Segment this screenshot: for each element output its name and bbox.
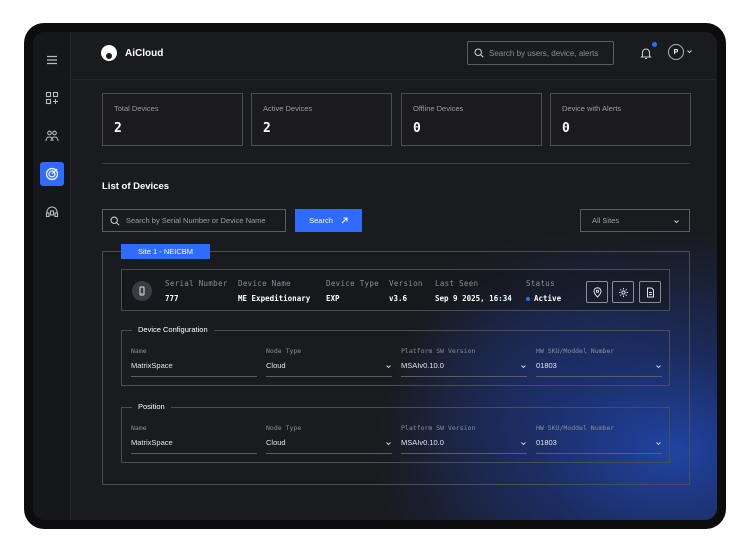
status-badge: Active [534, 294, 562, 303]
device-search[interactable] [102, 209, 286, 232]
dashboard-icon[interactable] [40, 86, 64, 110]
app-screen: AiCloud P Total Devices 2 Active Devices… [33, 32, 717, 520]
stat-value: 2 [114, 121, 122, 136]
global-search-input[interactable] [489, 48, 609, 58]
settings-button[interactable] [612, 281, 634, 303]
chevron-down-icon [521, 365, 526, 369]
stat-value: 0 [413, 121, 421, 136]
serial-number-cell: Serial Number 777 [165, 279, 228, 303]
devices-icon[interactable] [40, 162, 64, 186]
avatar[interactable]: P [668, 44, 684, 60]
search-icon [110, 215, 120, 226]
device-configuration-section: Device Configuration Name MatrixSpace No… [121, 325, 670, 386]
map-pin-icon [592, 286, 602, 298]
chevron-down-icon [656, 365, 661, 369]
position-name-field[interactable]: Name MatrixSpace [131, 424, 257, 454]
device-icon [132, 281, 152, 301]
stat-label: Device with Alerts [562, 104, 622, 113]
arrow-up-right-icon [341, 217, 348, 224]
search-icon [474, 48, 484, 58]
support-icon[interactable] [40, 200, 64, 224]
chevron-down-icon [521, 442, 526, 446]
device-search-input[interactable] [125, 216, 285, 225]
stat-value: 0 [562, 121, 570, 136]
device-row[interactable]: Serial Number 777 Device Name ME Expedit… [121, 269, 670, 311]
config-hw-sku-select[interactable]: HW SKU/Moddel Number 01803 [536, 347, 662, 377]
device-type-cell: Device Type EXP [326, 279, 379, 303]
version-cell: Version v3.6 [389, 279, 423, 303]
stat-card-active: Active Devices 2 [251, 93, 392, 146]
config-node-type-select[interactable]: Node Type Cloud [266, 347, 392, 377]
details-button[interactable] [639, 281, 661, 303]
page-title: List of Devices [102, 181, 170, 192]
position-node-type-select[interactable]: Node Type Cloud [266, 424, 392, 454]
gear-icon [618, 287, 628, 297]
global-search[interactable] [467, 41, 614, 65]
chevron-down-icon [386, 442, 391, 446]
stat-label: Total Devices [114, 104, 159, 113]
site-filter-value: All Sites [592, 216, 620, 225]
stat-value: 2 [263, 121, 271, 136]
site-filter-select[interactable]: All Sites [580, 209, 690, 232]
top-bar: AiCloud P [71, 32, 717, 80]
device-frame: AiCloud P Total Devices 2 Active Devices… [24, 23, 726, 529]
stat-label: Offline Devices [413, 104, 464, 113]
stat-card-total: Total Devices 2 [102, 93, 243, 146]
notification-badge [652, 42, 657, 47]
position-platform-sw-select[interactable]: Platform SW Version MSAIv0.10.0 [401, 424, 527, 454]
config-platform-sw-select[interactable]: Platform SW Version MSAIv0.10.0 [401, 347, 527, 377]
search-button[interactable]: Search [295, 209, 362, 232]
search-button-label: Search [309, 216, 333, 225]
section-divider [102, 163, 690, 164]
stat-card-alerts: Device with Alerts 0 [550, 93, 691, 146]
stat-label: Active Devices [263, 104, 313, 113]
location-button[interactable] [586, 281, 608, 303]
chevron-down-icon [386, 365, 391, 369]
site-tag[interactable]: Site 1 - NEICBM [121, 244, 211, 259]
stat-card-offline: Offline Devices 0 [401, 93, 542, 146]
users-icon[interactable] [40, 124, 64, 148]
config-name-field[interactable]: Name MatrixSpace [131, 347, 257, 377]
status-dot [526, 297, 530, 301]
chevron-down-icon [674, 220, 679, 224]
device-name-cell: Device Name ME Expeditionary [238, 279, 311, 303]
chevron-down-icon[interactable] [686, 48, 693, 55]
app-logo[interactable]: AiCloud [101, 45, 163, 61]
logo-icon [101, 45, 117, 61]
sidebar [33, 32, 71, 520]
section-legend: Position [132, 402, 171, 411]
document-icon [646, 287, 654, 297]
section-legend: Device Configuration [132, 325, 214, 334]
position-hw-sku-select[interactable]: HW SKU/Moddel Number 01803 [536, 424, 662, 454]
position-section: Position Name MatrixSpace Node Type Clou… [121, 402, 670, 463]
last-seen-cell: Last Seen Sep 9 2025, 16:34 [435, 279, 512, 303]
chevron-down-icon [656, 442, 661, 446]
app-name: AiCloud [125, 47, 164, 59]
menu-icon[interactable] [40, 48, 64, 72]
status-cell: Status Active [526, 279, 562, 303]
notification-bell-icon[interactable] [639, 46, 653, 60]
